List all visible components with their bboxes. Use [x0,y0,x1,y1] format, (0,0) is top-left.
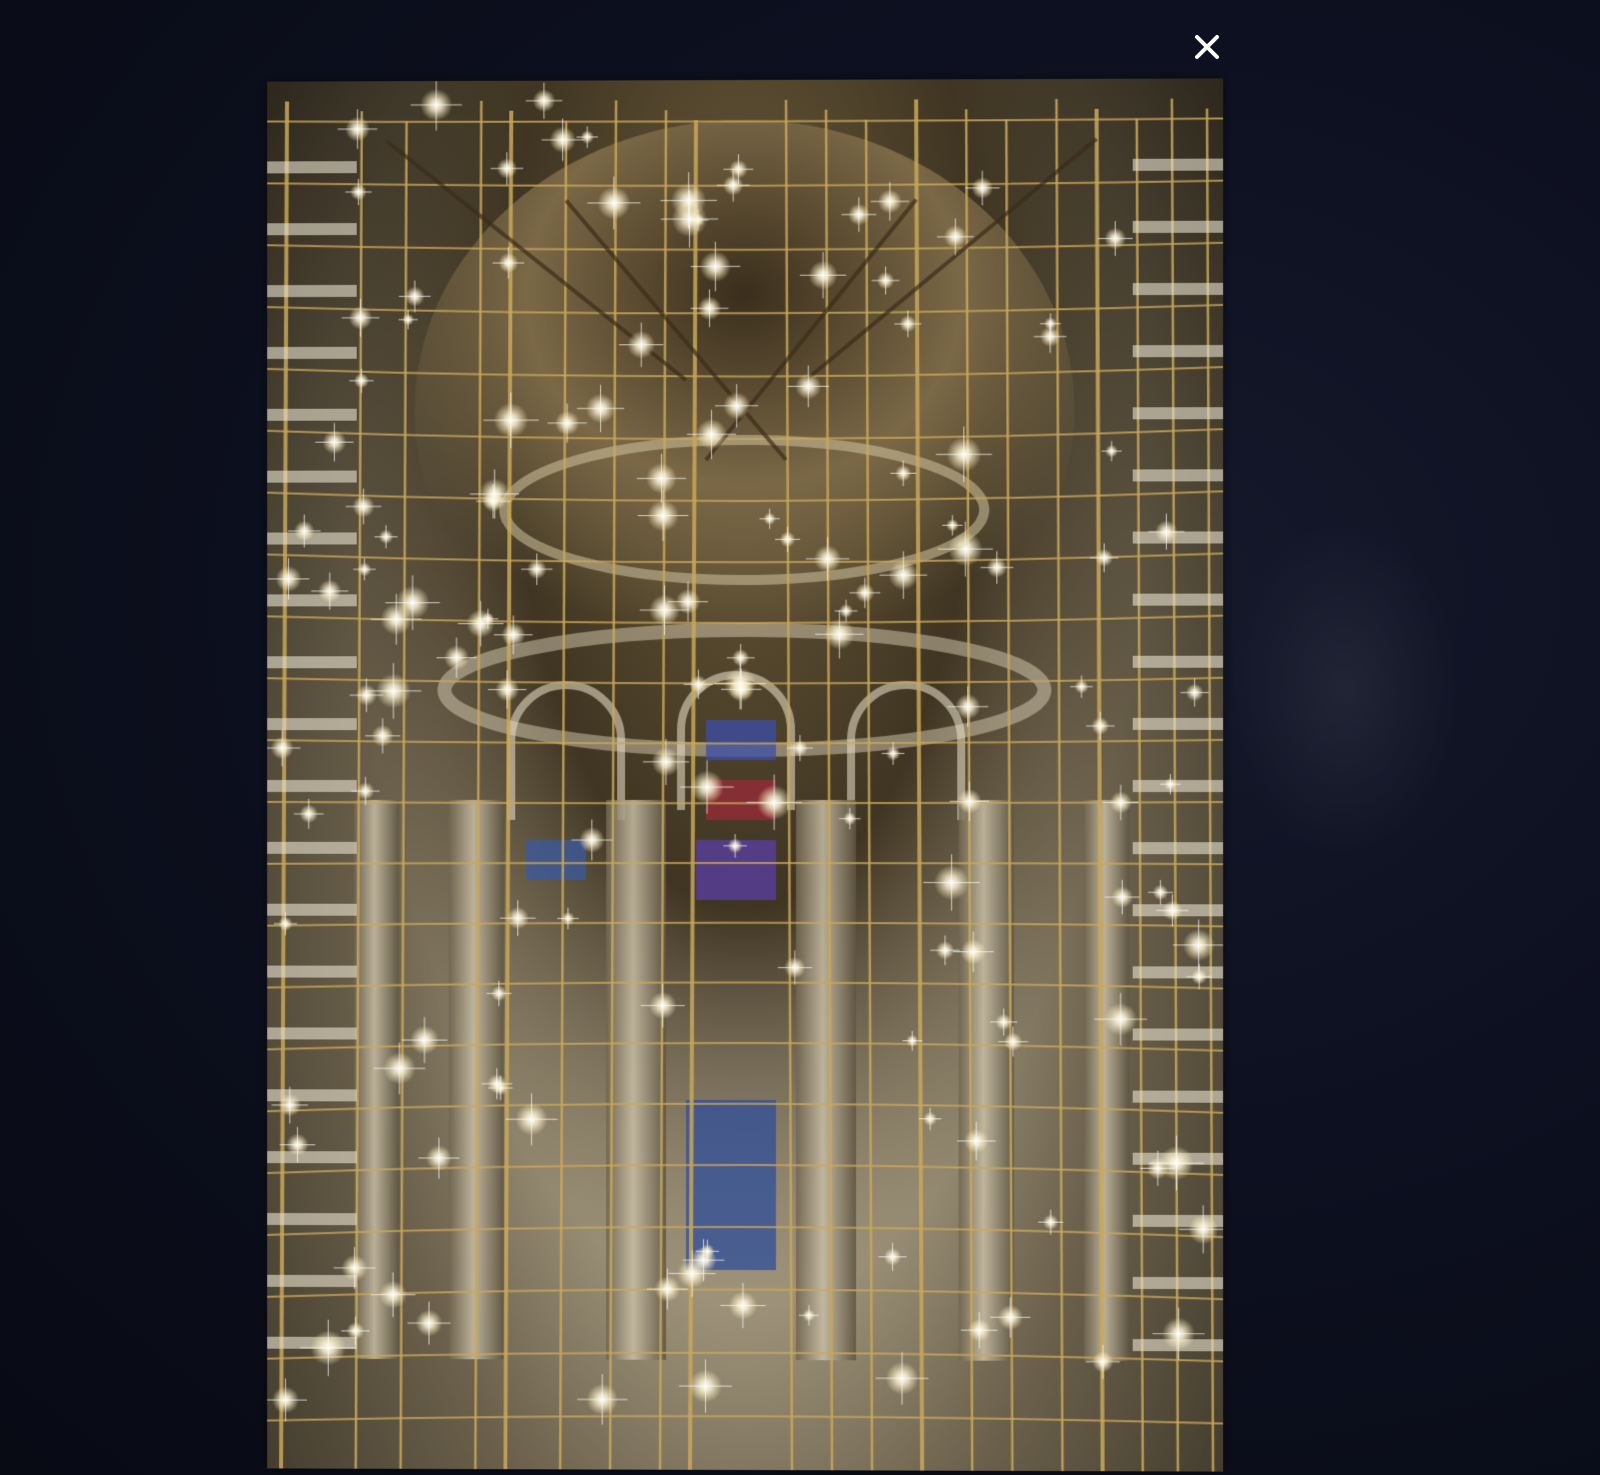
close-icon [1192,32,1222,67]
viewer-background [0,0,1600,1475]
scaffold-ledger [267,118,1223,123]
scaffold-plank [267,904,357,916]
scaffold-plank [267,161,357,173]
scaffold-plank [1133,531,1223,543]
scaffold-plank [1133,469,1223,481]
work-light [1070,675,1093,698]
scaffold-post [1056,99,1062,1471]
scaffold-plank [267,656,357,668]
scaffold-post [1137,119,1143,1472]
scaffold-plank [267,966,357,978]
scaffold-plank [267,594,357,606]
scaffold-ledger [267,1042,1223,1050]
work-light [294,799,324,829]
photo-content [267,78,1223,1471]
work-light [506,1093,558,1145]
work-light [1098,221,1133,256]
scaffold-plank [1133,407,1223,419]
scaffold-plank [1133,718,1223,730]
work-light [458,601,503,647]
work-light [1086,712,1114,740]
work-light [500,900,536,936]
scaffold-plank [1133,656,1223,668]
work-light [1149,1136,1204,1191]
work-light [315,423,353,461]
scaffold-plank [267,223,357,235]
work-light [342,299,380,337]
work-light [879,1243,907,1271]
work-light [338,109,378,149]
lightbox-photo [267,78,1223,1471]
scaffold-plank [267,1275,357,1287]
work-light [268,558,310,600]
work-light [408,1302,451,1345]
work-light [399,280,431,312]
work-light [1181,678,1209,706]
column [606,800,666,1360]
work-light [374,525,397,548]
arch [511,685,621,820]
column [796,800,856,1360]
scaffold-plank [1133,780,1223,792]
work-light [542,119,584,161]
work-light [267,1378,307,1421]
scaffold-plank [267,285,357,297]
close-button[interactable] [1188,30,1226,68]
work-light [345,179,371,205]
scaffold-plank [267,347,357,359]
work-light [1179,1205,1223,1253]
work-light [930,936,960,966]
work-light [557,908,579,930]
scaffold-plank [267,471,357,483]
scaffold-ledger [267,982,1223,988]
work-light [411,79,462,131]
scaffold-plank [267,1213,357,1225]
scaffold-plank [1133,1028,1223,1040]
scaffold-plank [267,780,357,792]
work-light [1152,1308,1204,1360]
scaffold-ledger [267,1415,1223,1424]
scaffold-plank [267,842,357,854]
work-light [1101,441,1121,461]
stained-glass-pane [706,720,776,760]
work-light [399,310,418,329]
work-light [365,718,400,753]
work-light [1090,543,1119,572]
scaffold-plank [267,1151,357,1163]
scaffold-plank [267,718,357,730]
work-light [526,82,562,119]
scaffold-plank [1133,283,1223,295]
scaffold-plank [1133,221,1223,233]
scaffold-plank [1133,159,1223,171]
scaffold-plank [267,1027,357,1039]
work-light [491,152,524,185]
scaffold-plank [1133,594,1223,606]
scaffold-plank [267,409,357,421]
work-light [346,489,382,525]
scaffold-plank [1133,345,1223,357]
screen-glare [1230,520,1460,860]
work-light [1148,514,1184,550]
stained-glass-pane [526,840,586,880]
work-light [679,1359,732,1412]
scaffold-plank [1133,842,1223,854]
stained-glass-pane [686,1100,776,1270]
scaffold-ledger [267,1351,1223,1361]
scaffold-ledger [267,922,1223,926]
scaffold-plank [1133,1091,1223,1103]
work-light [577,126,598,148]
scaffold-plank [1133,1277,1223,1289]
work-light [353,558,375,580]
